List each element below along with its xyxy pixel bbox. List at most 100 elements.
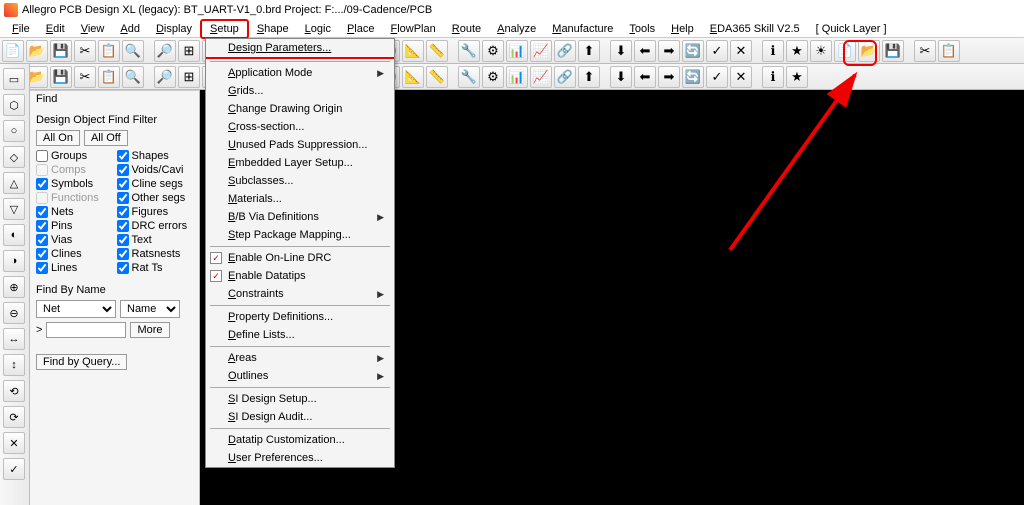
- toolbar-button[interactable]: 🔗: [554, 66, 576, 88]
- menu-setup[interactable]: Setup: [200, 19, 249, 39]
- menu-help[interactable]: Help: [663, 21, 702, 37]
- more-button[interactable]: More: [130, 322, 169, 338]
- toolbar-button[interactable]: ⊞: [178, 66, 200, 88]
- toolbar-button[interactable]: ⊞: [178, 40, 200, 62]
- menu-analyze[interactable]: Analyze: [489, 21, 544, 37]
- menu-file[interactable]: File: [4, 21, 38, 37]
- side-tool-button[interactable]: ⟲: [3, 380, 25, 402]
- filter-checkbox[interactable]: [117, 206, 129, 218]
- menu-flowplan[interactable]: FlowPlan: [382, 21, 443, 37]
- toolbar-button[interactable]: 📄: [2, 40, 24, 62]
- toolbar-button[interactable]: ⬅: [634, 40, 656, 62]
- setup-menu-user-preferences-[interactable]: User Preferences...: [206, 449, 394, 467]
- toolbar-button[interactable]: ➡: [658, 40, 680, 62]
- setup-menu-datatip-customization-[interactable]: Datatip Customization...: [206, 431, 394, 449]
- filter-checkbox[interactable]: [117, 164, 129, 176]
- toolbar-button[interactable]: 🔍: [122, 66, 144, 88]
- toolbar-button[interactable]: ⬇: [610, 66, 632, 88]
- menu-edit[interactable]: Edit: [38, 21, 73, 37]
- filter-nets[interactable]: Nets: [36, 206, 113, 218]
- filter-voids-cavi[interactable]: Voids/Cavi: [117, 164, 194, 176]
- toolbar-button[interactable]: 📊: [506, 40, 528, 62]
- toolbar-button[interactable]: ✕: [730, 66, 752, 88]
- toolbar-button[interactable]: ⬆: [578, 40, 600, 62]
- all-off-button[interactable]: All Off: [84, 130, 128, 146]
- toolbar-button[interactable]: 📋: [938, 40, 960, 62]
- toolbar-button[interactable]: 🔧: [458, 66, 480, 88]
- toolbar-button[interactable]: ℹ: [762, 40, 784, 62]
- filter-ratsnests[interactable]: Ratsnests: [117, 248, 194, 260]
- side-tool-button[interactable]: ◑: [3, 250, 25, 272]
- toolbar-button[interactable]: ✂: [914, 40, 936, 62]
- setup-menu-define-lists-[interactable]: Define Lists...: [206, 326, 394, 344]
- filter-figures[interactable]: Figures: [117, 206, 194, 218]
- find-type-select[interactable]: Net: [36, 300, 116, 318]
- all-on-button[interactable]: All On: [36, 130, 80, 146]
- toolbar-button[interactable]: ⚙: [482, 66, 504, 88]
- toolbar-button[interactable]: ☀: [810, 40, 832, 62]
- toolbar-button[interactable]: ★: [786, 40, 808, 62]
- filter-shapes[interactable]: Shapes: [117, 150, 194, 162]
- toolbar-button[interactable]: 📊: [506, 66, 528, 88]
- toolbar-button[interactable]: 📋: [98, 66, 120, 88]
- toolbar-button[interactable]: 💾: [50, 40, 72, 62]
- setup-menu-change-drawing-origin[interactable]: Change Drawing Origin: [206, 100, 394, 118]
- filter-lines[interactable]: Lines: [36, 262, 113, 274]
- filter-pins[interactable]: Pins: [36, 220, 113, 232]
- setup-menu-embedded-layer-setup-[interactable]: Embedded Layer Setup...: [206, 154, 394, 172]
- filter-checkbox[interactable]: [36, 234, 48, 246]
- filter-checkbox[interactable]: [117, 178, 129, 190]
- side-tool-button[interactable]: ▽: [3, 198, 25, 220]
- toolbar-button[interactable]: ✂: [74, 66, 96, 88]
- menu-route[interactable]: Route: [444, 21, 489, 37]
- filter-drc-errors[interactable]: DRC errors: [117, 220, 194, 232]
- toolbar-button[interactable]: 📈: [530, 66, 552, 88]
- toolbar-button[interactable]: ℹ: [762, 66, 784, 88]
- menu-view[interactable]: View: [73, 21, 113, 37]
- filter-vias[interactable]: Vias: [36, 234, 113, 246]
- side-tool-button[interactable]: ○: [3, 120, 25, 142]
- toolbar-button[interactable]: 💾: [50, 66, 72, 88]
- filter-checkbox[interactable]: [117, 150, 129, 162]
- toolbar-button[interactable]: ➡: [658, 66, 680, 88]
- menu-eda365-skill-v2-5[interactable]: EDA365 Skill V2.5: [702, 21, 808, 37]
- setup-menu-grids-[interactable]: Grids...: [206, 82, 394, 100]
- toolbar-button[interactable]: 🔎: [154, 66, 176, 88]
- setup-menu-constraints[interactable]: Constraints▶: [206, 285, 394, 303]
- toolbar-button[interactable]: 🔄: [682, 40, 704, 62]
- menu-shape[interactable]: Shape: [249, 21, 297, 37]
- toolbar-button[interactable]: ✕: [730, 40, 752, 62]
- side-tool-button[interactable]: ⊕: [3, 276, 25, 298]
- filter-checkbox[interactable]: [117, 234, 129, 246]
- setup-menu-step-package-mapping-[interactable]: Step Package Mapping...: [206, 226, 394, 244]
- side-tool-button[interactable]: ↔: [3, 328, 25, 350]
- side-tool-button[interactable]: ⬡: [3, 94, 25, 116]
- setup-menu-subclasses-[interactable]: Subclasses...: [206, 172, 394, 190]
- side-tool-button[interactable]: ◐: [3, 224, 25, 246]
- filter-clines[interactable]: Clines: [36, 248, 113, 260]
- side-tool-button[interactable]: ▭: [3, 68, 25, 90]
- find-value-input[interactable]: [46, 322, 126, 338]
- filter-checkbox[interactable]: [117, 220, 129, 232]
- setup-menu-property-definitions-[interactable]: Property Definitions...: [206, 308, 394, 326]
- setup-menu-si-design-setup-[interactable]: SI Design Setup...: [206, 390, 394, 408]
- toolbar-button[interactable]: 📈: [530, 40, 552, 62]
- toolbar-button[interactable]: ✓: [706, 66, 728, 88]
- menu-logic[interactable]: Logic: [297, 21, 339, 37]
- setup-menu-unused-pads-suppression-[interactable]: Unused Pads Suppression...: [206, 136, 394, 154]
- toolbar-button[interactable]: ✓: [706, 40, 728, 62]
- toolbar-button[interactable]: ⬇: [610, 40, 632, 62]
- toolbar-button[interactable]: 📐: [402, 66, 424, 88]
- side-tool-button[interactable]: △: [3, 172, 25, 194]
- menu-tools[interactable]: Tools: [621, 21, 663, 37]
- toolbar-button[interactable]: 🔍: [122, 40, 144, 62]
- toolbar-button[interactable]: 🔎: [154, 40, 176, 62]
- side-tool-button[interactable]: ✓: [3, 458, 25, 480]
- toolbar-button[interactable]: ⬆: [578, 66, 600, 88]
- side-tool-button[interactable]: ↕: [3, 354, 25, 376]
- filter-checkbox[interactable]: [117, 248, 129, 260]
- filter-checkbox[interactable]: [36, 178, 48, 190]
- toolbar-button[interactable]: ⚙: [482, 40, 504, 62]
- filter-checkbox[interactable]: [36, 262, 48, 274]
- setup-menu-si-design-audit-[interactable]: SI Design Audit...: [206, 408, 394, 426]
